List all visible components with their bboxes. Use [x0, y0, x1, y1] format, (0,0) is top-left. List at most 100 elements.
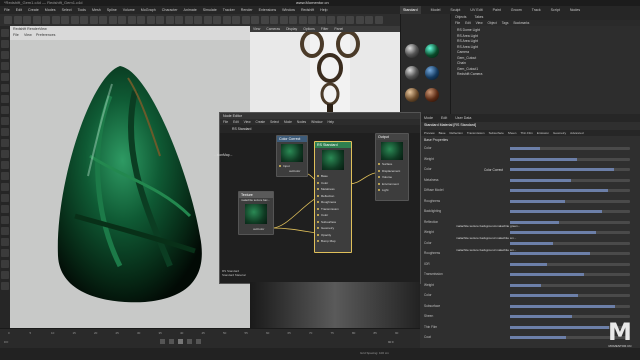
object-row[interactable]: RS Area Light [457, 39, 478, 44]
tool-button[interactable] [1, 51, 9, 59]
attributes-subtab[interactable]: Subsurface [489, 130, 504, 136]
output-port[interactable]: Volume [378, 175, 392, 179]
tool-button[interactable] [1, 161, 9, 169]
attribute-slider[interactable] [510, 273, 630, 276]
toolbar-button[interactable] [232, 16, 240, 24]
layout-tab[interactable]: Standard [400, 6, 421, 14]
toolbar-button[interactable] [13, 16, 22, 24]
play-icon[interactable] [178, 339, 183, 344]
tool-button[interactable] [1, 172, 9, 180]
tool-button[interactable] [1, 260, 9, 268]
attributes-tab[interactable]: Edit [441, 114, 447, 122]
tool-button[interactable] [1, 282, 9, 290]
toolbar-button[interactable] [61, 16, 69, 24]
toolbar-button[interactable] [327, 16, 335, 24]
attribute-slider[interactable] [510, 294, 630, 297]
last-frame-icon[interactable] [196, 339, 201, 344]
attributes-subtab[interactable]: Geometry [553, 130, 566, 136]
toolbar-button[interactable] [80, 16, 88, 24]
objects-menu-item[interactable]: File [455, 20, 460, 26]
layout-tab[interactable]: Nodes [570, 6, 580, 14]
toolbar-button[interactable] [127, 16, 136, 24]
object-row[interactable]: Camera [457, 50, 469, 55]
toolbar-button[interactable] [203, 16, 212, 24]
tool-button[interactable] [1, 194, 9, 202]
toolbar-button[interactable] [308, 16, 316, 24]
layout-tab[interactable]: Track [532, 6, 541, 14]
toolbar-button[interactable] [222, 16, 231, 24]
material-swatch[interactable] [425, 88, 439, 102]
timeline-start[interactable]: 0 F [4, 340, 8, 344]
material-swatch[interactable] [425, 44, 439, 58]
menu-item[interactable]: Render [241, 6, 253, 14]
prev-frame-icon[interactable] [169, 339, 174, 344]
attribute-slider[interactable] [510, 252, 630, 255]
node-texture[interactable]: Texture malachite texture bac... outColo… [238, 191, 274, 235]
tool-button[interactable] [1, 150, 9, 158]
menu-item[interactable]: Spline [107, 6, 117, 14]
menu-item[interactable]: Animate [184, 6, 197, 14]
attributes-subtab[interactable]: Transmission [467, 130, 485, 136]
tool-button[interactable] [1, 128, 9, 136]
texture-path[interactable]: malachite texture background malachite s… [456, 248, 516, 252]
rs-standard-port[interactable]: Color [317, 213, 328, 217]
toolbar-button[interactable] [184, 16, 193, 24]
layout-tab[interactable]: Groom [511, 6, 522, 14]
object-row[interactable]: Gem_Cutout [457, 56, 476, 61]
toolbar-button[interactable] [4, 16, 12, 24]
first-frame-icon[interactable] [160, 339, 165, 344]
render-viewport-menu-file[interactable]: File [13, 33, 19, 37]
menu-item[interactable]: Tools [78, 6, 86, 14]
texture-path[interactable]: malachite texture background-malachite g… [456, 224, 520, 228]
timeline[interactable]: 0 5 10 15 20 25 30 35 40 45 50 55 60 65 70 75 80 85 90 0 F… [0, 328, 420, 349]
toolbar-button[interactable] [374, 16, 383, 24]
toolbar-button[interactable] [146, 16, 155, 24]
menu-item[interactable]: MoGraph [141, 6, 156, 14]
toolbar-button[interactable] [118, 16, 126, 24]
menu-item[interactable]: Volume [123, 6, 135, 14]
tool-button[interactable] [1, 40, 9, 48]
tool-button[interactable] [1, 84, 9, 92]
attributes-subtab[interactable]: Base [439, 130, 446, 136]
toolbar-button[interactable] [175, 16, 183, 24]
layout-tab[interactable]: Sculpt [450, 6, 460, 14]
toolbar-button[interactable] [213, 16, 221, 24]
attributes-subtab[interactable]: Reflection [450, 130, 463, 136]
attribute-slider[interactable] [510, 262, 630, 266]
toolbar-button[interactable] [108, 16, 117, 24]
attributes-tab[interactable]: User Data [455, 114, 471, 122]
layout-tab[interactable]: Model [431, 6, 441, 14]
toolbar-button[interactable] [355, 16, 364, 24]
attribute-slider[interactable] [510, 220, 630, 224]
menu-item[interactable]: Select [62, 6, 72, 14]
toolbar-button[interactable] [365, 16, 373, 24]
output-port[interactable]: Displacement [378, 169, 400, 173]
menu-item[interactable]: Edit [16, 6, 22, 14]
toolbar-button[interactable] [260, 16, 269, 24]
object-row[interactable]: RS Dome Light [457, 28, 480, 33]
material-swatch[interactable] [405, 44, 419, 58]
toolbar-button[interactable] [137, 16, 145, 24]
next-frame-icon[interactable] [187, 339, 192, 344]
toolbar-button[interactable] [298, 16, 307, 24]
toolbar-button[interactable] [270, 16, 278, 24]
toolbar-button[interactable] [317, 16, 326, 24]
menu-item[interactable]: Character [162, 6, 178, 14]
tool-button[interactable] [1, 62, 9, 70]
material-swatch[interactable] [405, 88, 419, 102]
tool-button[interactable] [1, 271, 9, 279]
rs-standard-port[interactable]: Transmission [317, 207, 339, 211]
toolbar-button[interactable] [346, 16, 354, 24]
toolbar-button[interactable] [289, 16, 297, 24]
toolbar-button[interactable] [336, 16, 345, 24]
render-viewport-menu-view[interactable]: View [24, 33, 32, 37]
render-viewport-menu-preferences[interactable]: Preferences [36, 33, 55, 37]
menu-item[interactable]: Window [282, 6, 295, 14]
tool-button[interactable] [1, 117, 9, 125]
attributes-subtab[interactable]: Sheen [508, 130, 517, 136]
toolbar-button[interactable] [156, 16, 164, 24]
tool-button[interactable] [1, 183, 9, 191]
tool-button[interactable] [1, 73, 9, 81]
tool-button[interactable] [1, 29, 9, 37]
attribute-slider[interactable] [510, 147, 630, 150]
